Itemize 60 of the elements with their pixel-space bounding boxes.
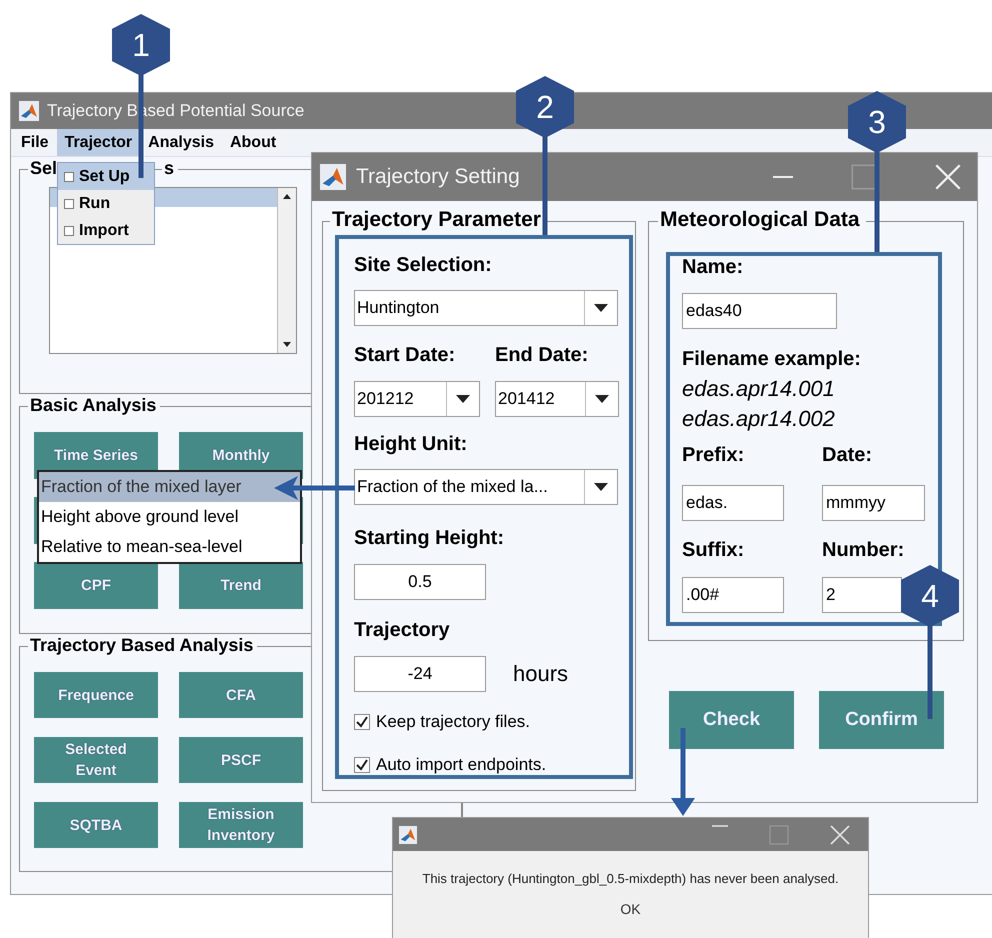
- scroll-bar[interactable]: [277, 188, 296, 353]
- field-label: Starting Height:: [354, 526, 505, 551]
- maximize-icon: [769, 824, 789, 844]
- field-label: Date:: [822, 443, 874, 468]
- logo-icon: [19, 101, 39, 121]
- field-label: Height Unit:: [354, 432, 468, 457]
- menu-item[interactable]: Analysis: [140, 129, 222, 156]
- window-title: Trajectory Setting: [356, 165, 520, 189]
- menu-item[interactable]: Trajector: [56, 129, 140, 156]
- example-text: edas.apr14.001: [682, 375, 836, 403]
- field-label: End Date:: [495, 343, 590, 368]
- dropdown-option[interactable]: Fraction of the mixed layer: [39, 472, 300, 502]
- dropdown-field[interactable]: 201212: [354, 381, 480, 417]
- input-field[interactable]: edas.: [682, 485, 784, 521]
- dropdown-arrow-icon: [594, 483, 608, 491]
- menu-item[interactable]: File: [13, 129, 57, 156]
- menu-item[interactable]: Run: [58, 190, 154, 217]
- input-field[interactable]: mmmyy: [822, 485, 925, 521]
- dropdown-field[interactable]: 201412: [495, 381, 619, 417]
- input-field[interactable]: 2: [822, 577, 902, 613]
- minimize-icon: [712, 824, 728, 826]
- dropdown-option[interactable]: Relative to mean-sea-level: [39, 532, 300, 562]
- logo-icon: [399, 826, 417, 844]
- input-field[interactable]: edas40: [682, 293, 837, 329]
- field-label: Name:: [682, 255, 744, 280]
- checkbox[interactable]: [354, 714, 370, 730]
- checkbox[interactable]: [354, 757, 370, 773]
- menu-item[interactable]: Set Up: [58, 163, 154, 190]
- field-label: Suffix:: [682, 538, 746, 563]
- field-label: Number:: [822, 538, 906, 563]
- dropdown-field[interactable]: Fraction of the mixed la...: [354, 469, 618, 505]
- check-icon: [356, 716, 368, 728]
- dropdown-arrow-icon: [595, 395, 609, 403]
- ok-button[interactable]: OK: [614, 899, 647, 919]
- input-field[interactable]: .00#: [682, 577, 784, 613]
- field-label: Prefix:: [682, 443, 746, 468]
- field-label: Trajectory: [354, 618, 451, 643]
- menu-item[interactable]: Import: [58, 217, 154, 244]
- menu-item[interactable]: About: [222, 129, 284, 156]
- checkbox-label: Auto import endpoints.: [376, 755, 546, 775]
- input-field[interactable]: -24: [354, 656, 486, 692]
- dropdown-arrow-icon: [594, 304, 608, 312]
- close-icon: [935, 164, 961, 190]
- maximize-icon: [851, 164, 877, 190]
- close-icon: [830, 824, 850, 844]
- check-icon: [356, 759, 368, 771]
- field-label: Filename example:: [682, 347, 862, 372]
- dropdown-option[interactable]: Height above ground level: [39, 502, 300, 532]
- message-text: This trajectory (Huntington_gbl_0.5-mixdepth) has never been analysed.: [421, 871, 840, 886]
- callout-badge: 1: [112, 14, 170, 76]
- minimize-icon: [773, 176, 793, 178]
- dropdown-field[interactable]: Huntington: [354, 290, 618, 326]
- example-text: edas.apr14.002: [682, 405, 836, 433]
- field-label: Start Date:: [354, 343, 456, 368]
- logo-icon: [320, 164, 346, 190]
- checkbox-label: Keep trajectory files.: [376, 712, 530, 732]
- dropdown-arrow-icon: [456, 395, 470, 403]
- field-label: Site Selection:: [354, 253, 493, 278]
- unit-label: hours: [513, 661, 568, 687]
- input-field[interactable]: 0.5: [354, 564, 486, 600]
